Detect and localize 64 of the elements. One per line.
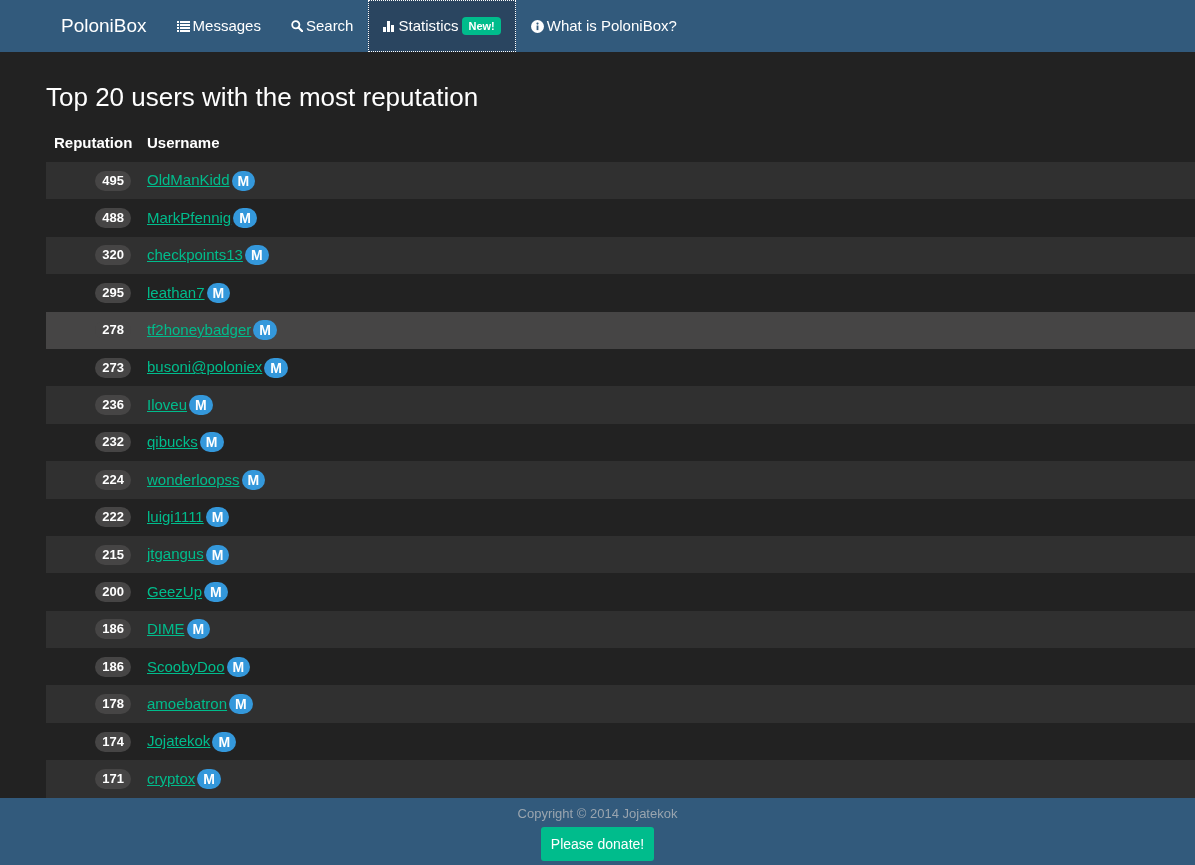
role-badge: M	[197, 768, 222, 789]
role-badge: M	[205, 507, 230, 528]
username-link[interactable]: OldManKidd	[147, 169, 230, 192]
username-link[interactable]: leathan7	[147, 281, 205, 305]
username-link[interactable]: cryptox	[147, 767, 196, 791]
username-link[interactable]: MarkPfennig	[147, 206, 232, 230]
column-header: Reputation	[53, 133, 134, 154]
username-link[interactable]: Jojatekok	[147, 730, 211, 753]
reputation-count: 273	[95, 357, 131, 378]
role-badge: M	[204, 582, 228, 602]
reputation-count: 186	[95, 619, 131, 640]
reputation-count: 200	[95, 582, 131, 602]
role-badge: M	[253, 320, 277, 341]
new-badge: New!	[462, 17, 501, 35]
username-link[interactable]: DIME	[147, 618, 185, 641]
reputation-count: 295	[95, 282, 131, 303]
list-icon	[176, 20, 190, 32]
username-link[interactable]: luigi1111	[147, 505, 204, 529]
reputation-count: 215	[95, 544, 131, 565]
role-badge: M	[186, 619, 211, 640]
username-link[interactable]: wonderloopss	[147, 468, 240, 492]
nav-tab[interactable]: Statistics New!	[368, 0, 516, 52]
username-link[interactable]: tf2honeybadger	[147, 319, 252, 342]
page-heading: Top 20 users with the most reputation	[46, 82, 479, 112]
role-badge: M	[205, 544, 230, 565]
reputation-count: 178	[95, 694, 131, 715]
role-badge: M	[231, 170, 256, 191]
username-link[interactable]: jtgangus	[147, 543, 204, 566]
username-link[interactable]: amoebatron	[147, 692, 228, 716]
role-badge: M	[241, 469, 266, 490]
nav-tab[interactable]: Messages	[161, 0, 276, 52]
reputation-count: 232	[95, 432, 131, 453]
username-link[interactable]: ScoobyDoo	[147, 655, 225, 678]
reputation-count: 320	[95, 245, 131, 266]
reputation-count: 488	[95, 208, 131, 229]
brand-link[interactable]: PoloniBox	[46, 0, 162, 52]
column-header: Username	[146, 133, 221, 154]
info-icon	[530, 19, 544, 33]
role-badge: M	[264, 357, 288, 378]
role-badge: M	[206, 282, 231, 303]
bar-chart-icon	[383, 20, 396, 32]
role-badge: M	[226, 656, 251, 677]
username-link[interactable]: busoni@poloniex	[147, 356, 263, 379]
role-badge: M	[199, 432, 224, 453]
search-icon	[290, 20, 303, 32]
role-badge: M	[229, 694, 253, 715]
role-badge: M	[244, 245, 269, 266]
reputation-count: 222	[95, 507, 131, 528]
reputation-count: 186	[95, 656, 131, 677]
role-badge: M	[212, 731, 237, 752]
reputation-count: 224	[95, 469, 131, 490]
nav-tab[interactable]: What is PoloniBox?	[515, 0, 692, 52]
role-badge: M	[189, 395, 213, 416]
username-link[interactable]: qibucks	[147, 431, 198, 454]
username-link[interactable]: checkpoints13	[147, 244, 243, 267]
reputation-count: 236	[95, 395, 131, 416]
copyright-text: Copyright © 2014 Jojatekok	[517, 805, 678, 822]
role-badge: M	[233, 208, 257, 229]
reputation-count: 495	[95, 170, 131, 191]
username-link[interactable]: Iloveu	[147, 393, 188, 417]
reputation-count: 171	[95, 768, 131, 789]
nav-tab[interactable]: Search	[275, 0, 369, 52]
username-link[interactable]: GeezUp	[147, 580, 203, 604]
reputation-count: 174	[95, 731, 131, 752]
